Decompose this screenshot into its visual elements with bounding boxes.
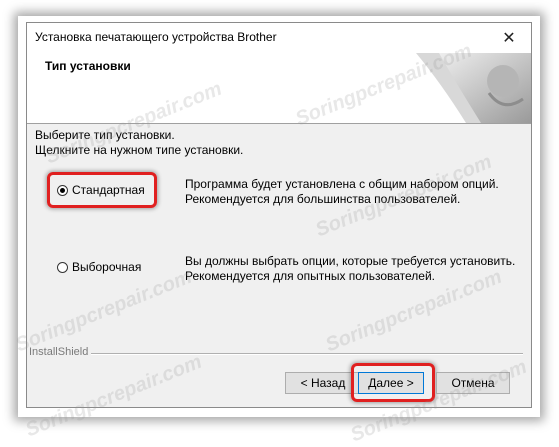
dialog-header: Тип установки [27, 53, 531, 124]
option-standard-desc-2: Рекомендуется для большинства пользовате… [185, 192, 461, 206]
page-title: Тип установки [45, 59, 131, 73]
radio-button-standard[interactable] [57, 184, 68, 196]
radio-button-custom[interactable] [57, 261, 68, 273]
instruction-line-2: Щелкните на нужном типе установки. [35, 143, 244, 157]
option-standard-label: Стандартная [72, 183, 145, 197]
window-title: Установка печатающего устройства Brother [35, 30, 277, 44]
option-custom-label: Выборочная [72, 260, 142, 274]
radio-standard[interactable]: Стандартная [57, 183, 145, 197]
installshield-label: InstallShield [29, 346, 89, 358]
next-button[interactable]: Далее > [358, 372, 424, 394]
close-icon: ✕ [502, 30, 516, 47]
header-paper-graphic [416, 53, 531, 123]
radio-custom[interactable]: Выборочная [57, 260, 141, 274]
content-area: Выберите тип установки. Щелкните на нужн… [27, 124, 531, 354]
title-bar: Установка печатающего устройства Brother… [27, 23, 531, 53]
instruction-line-1: Выберите тип установки. [35, 128, 175, 142]
cancel-button[interactable]: Отмена [436, 372, 510, 394]
option-standard-desc-1: Программа будет установлена с общим набо… [185, 177, 499, 191]
close-button[interactable]: ✕ [487, 23, 531, 53]
option-custom-desc-1: Вы должны выбрать опции, которые требует… [185, 254, 516, 268]
footer-divider [91, 353, 523, 355]
installer-dialog: Установка печатающего устройства Brother… [26, 22, 532, 408]
radio-selected-dot [60, 187, 65, 193]
option-custom-desc-2: Рекомендуется для опытных пользователей. [185, 269, 436, 283]
back-button[interactable]: < Назад [285, 372, 361, 394]
